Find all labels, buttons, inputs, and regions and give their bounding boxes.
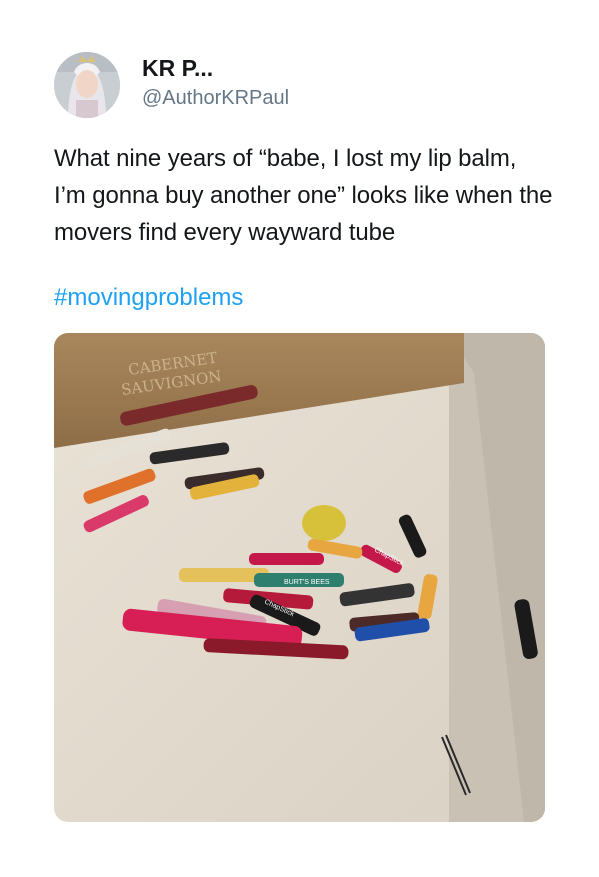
user-handle[interactable]: @AuthorKRPaul — [142, 84, 289, 112]
hashtag-link[interactable]: #movingproblems — [54, 279, 243, 316]
lip-balm-tin — [302, 505, 346, 541]
lip-balm-photo: CABERNET SAUVIGNON ChapStick ChapStick B… — [54, 333, 545, 822]
avatar[interactable] — [54, 52, 120, 118]
tweet-photo[interactable]: CABERNET SAUVIGNON ChapStick ChapStick B… — [54, 333, 545, 822]
avatar-image — [54, 52, 120, 118]
tube-label: BURT'S BEES — [284, 579, 330, 586]
tweet-text: What nine years of “babe, I lost my lip … — [54, 145, 553, 246]
tweet-header: KR P... @AuthorKRPaul — [54, 52, 289, 118]
display-name[interactable]: KR P... — [142, 54, 289, 82]
name-block: KR P... @AuthorKRPaul — [142, 54, 289, 112]
